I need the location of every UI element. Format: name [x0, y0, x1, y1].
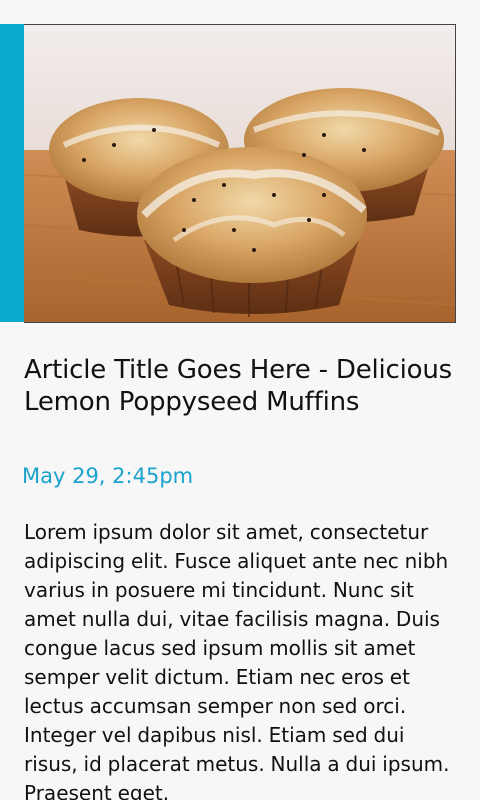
article-title: Article Title Goes Here - Delicious Lemo… [24, 355, 453, 417]
hero-section [0, 24, 456, 323]
muffins-photo-illustration [24, 25, 455, 322]
article-screen: Article Title Goes Here - Delicious Lemo… [0, 0, 480, 800]
hero-image [24, 24, 456, 323]
accent-bar [0, 24, 24, 322]
article-body: Lorem ipsum dolor sit amet, consectetur … [24, 520, 450, 800]
article-date: May 29, 2:45pm [22, 464, 194, 488]
